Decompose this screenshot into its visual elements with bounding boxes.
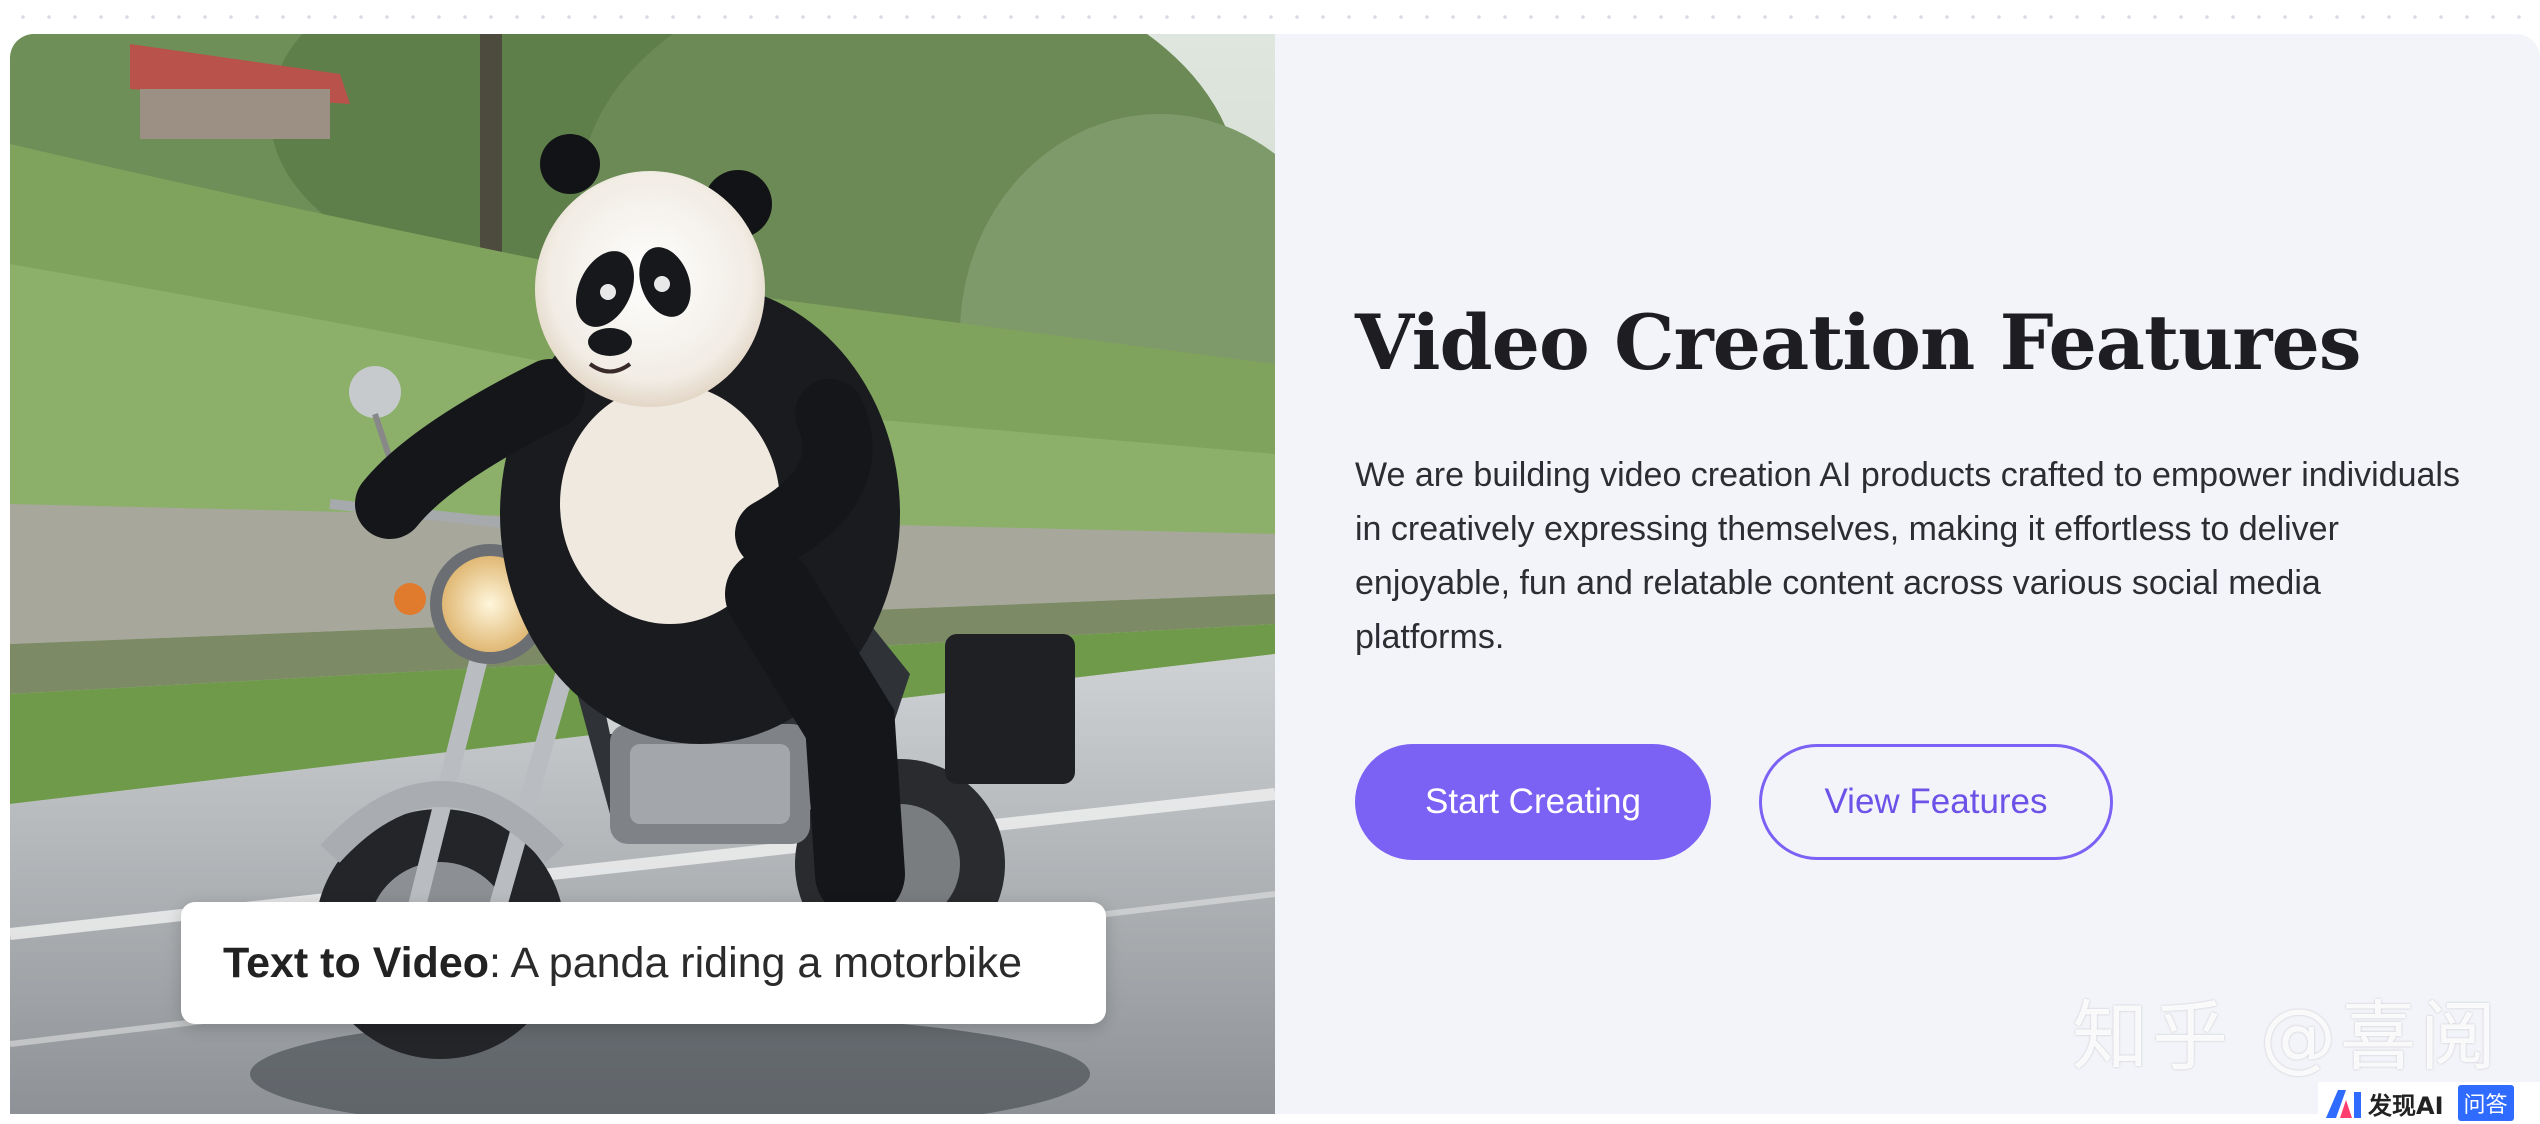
- hero-media: Text to Video: A panda riding a motorbik…: [10, 34, 1275, 1114]
- feature-card: Text to Video: A panda riding a motorbik…: [10, 34, 2540, 1114]
- page-title: Video Creation Features: [1355, 298, 2362, 387]
- caption-mode-label: Text to Video: [223, 938, 489, 987]
- prompt-caption: Text to Video: A panda riding a motorbik…: [181, 902, 1106, 1024]
- caption-separator: :: [489, 938, 501, 987]
- zhihu-watermark: 知乎 @喜阅: [2072, 992, 2501, 1081]
- feature-description: We are building video creation AI produc…: [1355, 456, 2460, 657]
- view-features-button[interactable]: View Features: [1759, 744, 2113, 861]
- badge-text: 发现AI: [2368, 1091, 2444, 1120]
- badge-tag: 问答: [2457, 1085, 2514, 1121]
- dotted-background: [0, 0, 2540, 30]
- corner-badge: 发现AI 问答: [2318, 1082, 2540, 1124]
- action-buttons: Start Creating View Features: [1355, 744, 2475, 861]
- start-creating-button[interactable]: Start Creating: [1355, 744, 1711, 861]
- feature-content: Video Creation Features We are building …: [1355, 298, 2475, 861]
- caption-prompt: A panda riding a motorbike: [500, 938, 1023, 987]
- ai-logo-icon: [2326, 1090, 2361, 1118]
